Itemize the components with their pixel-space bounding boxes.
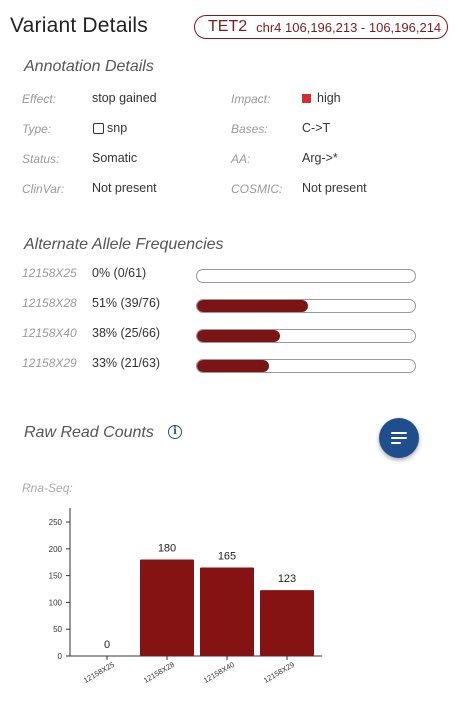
clinvar-label: ClinVar: [22,182,65,196]
af-value: 33% (21/63) [92,356,161,370]
af-row: 12158X29 33% (21/63) [0,356,460,376]
aa-value: Arg->* [302,151,338,165]
bar-data-label: 165 [218,551,236,563]
x-tick-label: 12158X29 [262,660,296,685]
clinvar-value: Not present [92,181,157,195]
genomic-location: chr4 106,196,213 - 106,196,214 [256,19,442,35]
effect-value: stop gained [92,91,157,105]
snp-square-icon [93,122,104,134]
status-value: Somatic [92,151,138,165]
af-sample-name: 12158X28 [22,296,77,310]
bar [200,567,254,656]
cosmic-value: Not present [302,181,367,195]
cosmic-label: COSMIC: [231,182,283,196]
gene-name: TET2 [208,18,248,35]
af-progress-fill [197,330,280,342]
sort-lines-icon [391,431,407,446]
rna-seq-label: Rna-Seq: [22,481,73,495]
af-row: 12158X25 0% (0/61) [0,266,460,286]
impact-square-icon [302,93,311,103]
allele-frequency-section-title: Alternate Allele Frequencies [24,236,224,253]
variant-location-pill[interactable]: TET2 chr4 106,196,213 - 106,196,214 [194,15,448,39]
af-row: 12158X28 51% (39/76) [0,296,460,316]
bar [260,590,314,656]
raw-read-counts-title: Raw Read Counts [24,424,154,441]
y-tick-label: 200 [49,545,63,554]
y-tick-label: 50 [53,625,62,634]
af-sample-name: 12158X29 [22,356,77,370]
af-sample-name: 12158X40 [22,326,77,340]
af-progress-bar [196,269,416,283]
type-text: snp [107,121,128,135]
x-tick-label: 12158X25 [82,660,116,685]
af-sample-name: 12158X25 [22,266,77,280]
bases-label: Bases: [231,122,268,136]
af-progress-fill [197,300,309,312]
y-tick-label: 250 [49,518,63,527]
bar-data-label: 180 [158,543,176,555]
annotation-section-title: Annotation Details [24,58,154,75]
bar [140,559,194,656]
af-progress-bar [196,359,416,373]
af-progress-fill [197,360,269,372]
impact-value: high [302,91,341,105]
af-value: 51% (39/76) [92,296,161,310]
status-label: Status: [22,152,60,166]
impact-text: high [317,91,341,105]
af-progress-bar [196,299,416,313]
effect-label: Effect: [22,92,57,106]
af-value: 38% (25/66) [92,326,161,340]
af-progress-bar [196,329,416,343]
type-label: Type: [22,122,52,136]
af-value: 0% (0/61) [92,266,147,280]
impact-label: Impact: [231,92,271,106]
bases-value: C->T [302,121,331,135]
info-icon[interactable]: i [168,425,182,439]
page-title: Variant Details [10,14,149,37]
x-tick-label: 12158X40 [202,660,236,685]
x-tick-label: 12158X28 [142,660,176,685]
y-tick-label: 150 [49,572,63,581]
y-tick-label: 100 [49,598,63,607]
sort-menu-button[interactable] [379,418,419,458]
bar-data-label: 0 [104,639,110,651]
aa-label: AA: [231,152,251,166]
type-value: snp [93,121,127,135]
y-tick-label: 0 [58,652,63,661]
af-row: 12158X40 38% (25/66) [0,326,460,346]
bar-data-label: 123 [278,573,296,585]
read-count-chart: 0 50 100 150 200 250 0 12158X25 180 12158X28 165 12… [49,508,322,685]
